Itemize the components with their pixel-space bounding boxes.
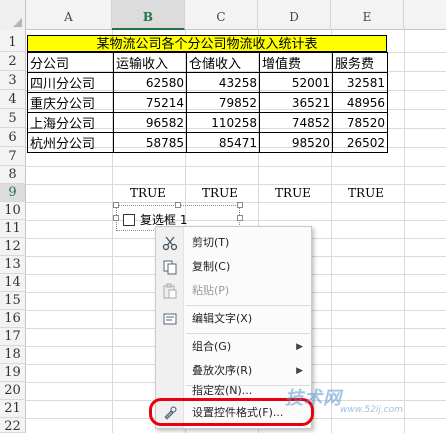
table-header-row: 分公司 运输收入 仓储收入 增值费 服务费 [27, 52, 388, 73]
select-all-corner[interactable] [0, 0, 26, 30]
column-header-d[interactable]: D [258, 0, 331, 30]
table-row: 重庆分公司 75214 79852 36521 48956 [27, 92, 388, 113]
copy-icon [162, 259, 178, 275]
table-cell[interactable]: 96582 [113, 112, 187, 133]
menu-item-cut[interactable]: 剪切(T) [156, 231, 313, 255]
table-title[interactable]: 某物流公司各个分公司物流收入统计表 [27, 35, 387, 52]
table-cell[interactable]: 52001 [259, 72, 333, 93]
paste-icon [162, 283, 178, 299]
row-header-19[interactable]: 19 [0, 364, 26, 382]
resize-handle[interactable] [113, 202, 119, 208]
column-header-row: A B C D E [0, 0, 446, 30]
menu-item-copy[interactable]: 复制(C) [156, 255, 313, 279]
row-header-10[interactable]: 10 [0, 202, 26, 220]
column-header-a[interactable]: A [26, 0, 112, 30]
table-row: 上海分公司 96582 110258 74852 78520 [27, 112, 388, 133]
table-cell[interactable]: 110258 [186, 112, 260, 133]
submenu-arrow-icon: ▶ [296, 342, 303, 352]
scissors-icon [162, 235, 178, 251]
table-cell[interactable]: 36521 [259, 92, 333, 113]
resize-handle[interactable] [113, 215, 119, 221]
row-header-20[interactable]: 20 [0, 382, 26, 400]
table-cell[interactable]: 26502 [332, 132, 388, 153]
column-header-f[interactable] [404, 0, 446, 30]
table-cell[interactable]: 32581 [332, 72, 388, 93]
menu-item-label: 编辑文字(X) [192, 312, 253, 325]
row-header-13[interactable]: 13 [0, 256, 26, 274]
row-header-17[interactable]: 17 [0, 328, 26, 346]
column-header-e[interactable]: E [331, 0, 404, 30]
header-cell[interactable]: 仓储收入 [186, 52, 260, 73]
menu-item-label: 组合(G) [192, 340, 232, 353]
menu-item-label: 指定宏(N)... [192, 384, 253, 397]
row-header-7[interactable]: 7 [0, 147, 26, 166]
row-header-21[interactable]: 21 [0, 400, 26, 418]
resize-handle[interactable] [237, 215, 243, 221]
menu-item-group[interactable]: 组合(G) ▶ [156, 335, 313, 359]
row-header-16[interactable]: 16 [0, 310, 26, 328]
table-cell[interactable]: 43258 [186, 72, 260, 93]
resize-handle[interactable] [175, 202, 181, 208]
row-header-2[interactable]: 2 [0, 52, 26, 71]
row-header-5[interactable]: 5 [0, 109, 26, 128]
header-cell[interactable]: 增值费 [259, 52, 333, 73]
row-header-22[interactable]: 22 [0, 418, 26, 433]
row-header-8[interactable]: 8 [0, 166, 26, 184]
header-cell[interactable]: 运输收入 [113, 52, 187, 73]
checkbox[interactable] [123, 214, 135, 226]
menu-separator [186, 305, 310, 306]
row-header-14[interactable]: 14 [0, 274, 26, 292]
menu-item-label: 复制(C) [192, 260, 231, 273]
menu-separator [186, 333, 310, 334]
menu-item-label: 剪切(T) [192, 236, 230, 249]
true-cell-e9[interactable]: TRUE [336, 186, 396, 200]
table-row: 杭州分公司 58785 85471 98520 26502 [27, 132, 388, 153]
header-cell[interactable]: 服务费 [332, 52, 388, 73]
watermark-url: www.52ij.com [340, 405, 403, 415]
menu-item-edit-text[interactable]: 编辑文字(X) [156, 307, 313, 331]
data-table: 分公司 运输收入 仓储收入 增值费 服务费 四川分公司 62580 43258 … [27, 52, 388, 153]
table-cell[interactable]: 58785 [113, 132, 187, 153]
row-header-4[interactable]: 4 [0, 90, 26, 109]
table-cell[interactable]: 98520 [259, 132, 333, 153]
table-cell[interactable]: 78520 [332, 112, 388, 133]
table-cell[interactable]: 62580 [113, 72, 187, 93]
row-header-12[interactable]: 12 [0, 238, 26, 256]
watermark-text: 技术网 [285, 388, 342, 409]
row-header-11[interactable]: 11 [0, 220, 26, 238]
row-header-15[interactable]: 15 [0, 292, 26, 310]
true-cell-b9[interactable]: TRUE [118, 186, 178, 200]
table-cell[interactable]: 四川分公司 [27, 72, 114, 93]
column-header-b[interactable]: B [112, 0, 185, 30]
table-cell[interactable]: 重庆分公司 [27, 92, 114, 113]
table-cell[interactable]: 75214 [113, 92, 187, 113]
edit-text-icon [162, 311, 178, 327]
table-cell[interactable]: 48956 [332, 92, 388, 113]
table-cell[interactable]: 上海分公司 [27, 112, 114, 133]
column-header-c[interactable]: C [185, 0, 258, 30]
menu-item-paste: 粘贴(P) [156, 279, 313, 303]
table-cell[interactable]: 85471 [186, 132, 260, 153]
row-header-18[interactable]: 18 [0, 346, 26, 364]
row-header-1[interactable]: 1 [0, 30, 26, 52]
table-row: 四川分公司 62580 43258 52001 32581 [27, 72, 388, 93]
table-cell[interactable]: 79852 [186, 92, 260, 113]
menu-item-label: 粘贴(P) [192, 284, 230, 297]
resize-handle[interactable] [237, 202, 243, 208]
true-cell-c9[interactable]: TRUE [190, 186, 250, 200]
row-header-6[interactable]: 6 [0, 128, 26, 147]
table-cell[interactable]: 74852 [259, 112, 333, 133]
row-header-3[interactable]: 3 [0, 71, 26, 90]
header-cell[interactable]: 分公司 [27, 52, 114, 73]
true-cell-d9[interactable]: TRUE [263, 186, 323, 200]
table-cell[interactable]: 杭州分公司 [27, 132, 114, 153]
row-header-9[interactable]: 9 [0, 184, 26, 202]
